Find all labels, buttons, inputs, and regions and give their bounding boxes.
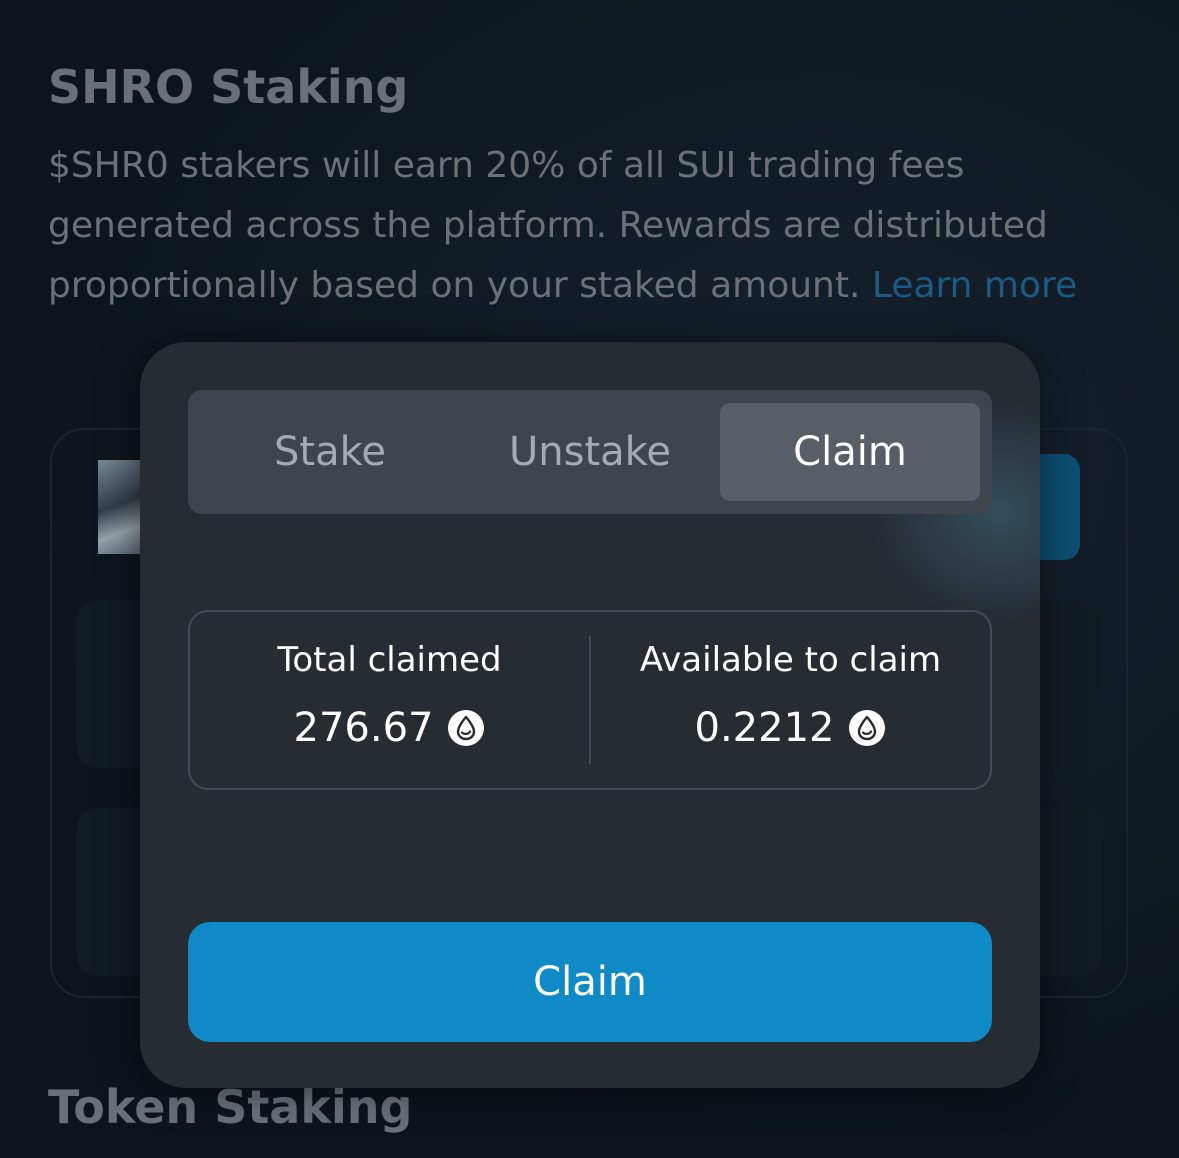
staking-page: SHRO Staking $SHR0 stakers will earn 20%…	[0, 0, 1179, 1158]
claim-button[interactable]: Claim	[188, 922, 992, 1042]
page-title: SHRO Staking	[48, 60, 409, 114]
total-claimed-value-row: 276.67	[294, 704, 486, 752]
total-claimed-stat: Total claimed 276.67	[190, 612, 589, 788]
section-title: Token Staking	[48, 1080, 413, 1134]
available-to-claim-stat: Available to claim 0.2212	[591, 612, 990, 788]
staking-tabs: Stake Unstake Claim	[188, 390, 992, 514]
learn-more-link[interactable]: Learn more	[872, 265, 1077, 306]
claim-stats: Total claimed 276.67 Available to claim …	[188, 610, 992, 790]
available-to-claim-label: Available to claim	[639, 640, 942, 680]
available-to-claim-value: 0.2212	[694, 705, 835, 751]
sui-token-icon	[448, 710, 485, 746]
sui-token-icon	[849, 710, 886, 746]
staking-description: $SHR0 stakers will earn 20% of all SUI t…	[48, 136, 1138, 316]
tab-stake[interactable]: Stake	[200, 403, 460, 501]
total-claimed-label: Total claimed	[277, 640, 502, 680]
available-value-row: 0.2212	[695, 704, 887, 752]
tab-claim[interactable]: Claim	[720, 403, 980, 501]
total-claimed-value: 276.67	[293, 705, 434, 751]
claim-modal: Stake Unstake Claim Total claimed 276.67…	[140, 342, 1040, 1088]
tab-unstake[interactable]: Unstake	[460, 403, 720, 501]
